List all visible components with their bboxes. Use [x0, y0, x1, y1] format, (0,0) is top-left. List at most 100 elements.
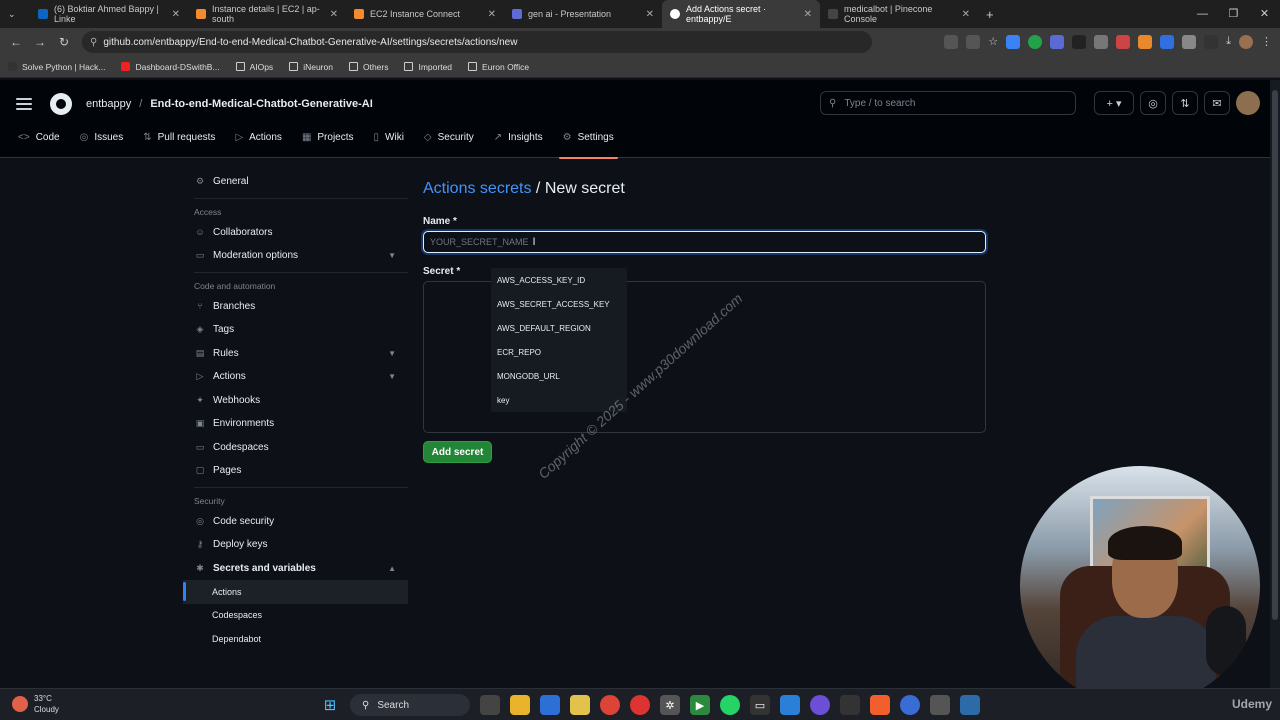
tab-projects[interactable]: ▦ Projects	[302, 128, 354, 158]
close-icon[interactable]: ✕	[804, 9, 812, 20]
back-icon[interactable]: ←	[4, 35, 28, 49]
close-window-icon[interactable]: ✕	[1249, 0, 1280, 28]
site-info-icon[interactable]: ⚲	[90, 37, 97, 48]
user-avatar[interactable]	[1236, 91, 1260, 115]
terminal-app-icon[interactable]: ▶	[690, 695, 710, 715]
extension-icon[interactable]	[1116, 35, 1131, 49]
sidebar-item-code-security[interactable]: ◎ Code security	[183, 510, 408, 534]
brave-icon[interactable]	[870, 695, 890, 715]
store-icon[interactable]	[540, 695, 560, 715]
browser-tab-6[interactable]: medicalbot | Pinecone Console ✕	[820, 0, 978, 28]
repo-owner-link[interactable]: entbappy	[86, 98, 131, 110]
create-new-button[interactable]: + ▾	[1094, 91, 1134, 115]
sidebar-subitem-dependabot[interactable]: Dependabot	[183, 627, 408, 651]
notifications-button[interactable]: ✉	[1204, 91, 1230, 115]
app-icon[interactable]	[930, 695, 950, 715]
file-explorer-icon[interactable]	[510, 695, 530, 715]
tab-settings[interactable]: ⚙ Settings	[558, 128, 618, 159]
autocomplete-option[interactable]: MONGODB_URL	[491, 364, 627, 388]
github-logo-icon[interactable]	[50, 93, 72, 115]
tab-security[interactable]: ◇ Security	[424, 128, 474, 158]
scrollbar-thumb[interactable]	[1272, 90, 1278, 620]
forward-icon[interactable]: →	[28, 35, 52, 49]
hamburger-menu-icon[interactable]	[16, 96, 32, 112]
extension-icon[interactable]	[1138, 35, 1153, 49]
weather-widget[interactable]: 33°C Cloudy	[12, 693, 59, 715]
menu-icon[interactable]: ⋮	[1261, 35, 1272, 49]
windows-start-icon[interactable]: ⊞	[320, 695, 340, 715]
whatsapp-icon[interactable]	[720, 695, 740, 715]
chrome-active-icon[interactable]	[900, 695, 920, 715]
tab-issues[interactable]: ◎ Issues	[80, 128, 124, 158]
extension-icon[interactable]	[1006, 35, 1021, 49]
bookmark-item[interactable]: Euron Office	[468, 62, 529, 72]
tab-code[interactable]: <> Code	[18, 128, 60, 158]
media-icon[interactable]	[1204, 35, 1219, 49]
browser-tab-1[interactable]: (6) Boktiar Ahmed Bappy | Linke ✕	[30, 0, 188, 28]
actions-secrets-link[interactable]: Actions secrets	[423, 180, 531, 198]
close-icon[interactable]: ✕	[962, 9, 970, 20]
sidebar-item-secrets-and-variables[interactable]: ✱ Secrets and variables ▲	[183, 557, 408, 581]
page-scrollbar[interactable]	[1270, 80, 1280, 688]
add-secret-button[interactable]: Add secret	[423, 441, 492, 463]
sidebar-item-codespaces[interactable]: ▭ Codespaces	[183, 436, 408, 460]
browser-tab-2[interactable]: Instance details | EC2 | ap-south ✕	[188, 0, 346, 28]
autocomplete-option[interactable]: AWS_DEFAULT_REGION	[491, 316, 627, 340]
sidebar-item-branches[interactable]: ⑂ Branches	[183, 295, 408, 319]
close-icon[interactable]: ✕	[172, 9, 180, 20]
extension-icon[interactable]	[1028, 35, 1043, 49]
sidebar-item-deploy-keys[interactable]: ⚷ Deploy keys	[183, 533, 408, 557]
sidebar-item-actions[interactable]: ▷ Actions ▼	[183, 365, 408, 389]
reload-icon[interactable]: ↻	[52, 35, 76, 49]
tab-search-button[interactable]: ⌄	[0, 0, 30, 28]
tab-pull-requests[interactable]: ⇅ Pull requests	[143, 128, 215, 158]
browser-tab-5[interactable]: Add Actions secret · entbappy/E ✕	[662, 0, 820, 28]
task-view-icon[interactable]	[480, 695, 500, 715]
extension-icon[interactable]	[1072, 35, 1087, 49]
sidebar-item-environments[interactable]: ▣ Environments	[183, 412, 408, 436]
sidebar-subitem-codespaces[interactable]: Codespaces	[183, 604, 408, 628]
install-icon[interactable]	[944, 35, 959, 49]
puzzle-icon[interactable]	[1182, 35, 1197, 49]
issues-button[interactable]: ◎	[1140, 91, 1166, 115]
tab-actions[interactable]: ▷ Actions	[235, 128, 282, 158]
extension-icon[interactable]	[1050, 35, 1065, 49]
secret-name-input[interactable]: YOUR_SECRET_NAME I	[423, 231, 986, 253]
pull-requests-button[interactable]: ⇅	[1172, 91, 1198, 115]
chrome-icon[interactable]	[600, 695, 620, 715]
bookmark-item[interactable]: AIOps	[235, 62, 273, 72]
autocomplete-option[interactable]: AWS_SECRET_ACCESS_KEY	[491, 292, 627, 316]
extension-icon[interactable]	[1160, 35, 1175, 49]
settings-app-icon[interactable]: ✲	[660, 695, 680, 715]
bookmark-item[interactable]: Solve Python | Hack...	[8, 62, 105, 72]
sticky-notes-icon[interactable]	[570, 695, 590, 715]
url-bar[interactable]: ⚲ github.com/entbappy/End-to-end-Medical…	[82, 31, 872, 53]
zoom-icon[interactable]	[966, 35, 981, 49]
bookmark-item[interactable]: Dashboard-DSwithB...	[121, 62, 220, 72]
restore-icon[interactable]: ❐	[1218, 0, 1249, 28]
minimize-icon[interactable]: —	[1187, 0, 1218, 28]
close-icon[interactable]: ✕	[330, 9, 338, 20]
download-icon[interactable]: ⤓	[1226, 35, 1231, 49]
sidebar-item-collaborators[interactable]: ☺ Collaborators	[183, 221, 408, 245]
browser-tab-3[interactable]: EC2 Instance Connect ✕	[346, 0, 504, 28]
app-icon[interactable]	[960, 695, 980, 715]
close-icon[interactable]: ✕	[488, 9, 496, 20]
sidebar-subitem-actions[interactable]: Actions	[183, 580, 408, 604]
new-tab-button[interactable]: +	[978, 0, 1008, 28]
taskbar-search[interactable]: ⚲ Search	[350, 694, 470, 716]
terminal-icon[interactable]: ▭	[750, 695, 770, 715]
sidebar-item-moderation-options[interactable]: ▭ Moderation options ▼	[183, 244, 408, 268]
repo-name-link[interactable]: End-to-end-Medical-Chatbot-Generative-AI	[150, 98, 372, 110]
sidebar-item-pages[interactable]: ▢ Pages	[183, 459, 408, 483]
app-icon[interactable]	[840, 695, 860, 715]
autocomplete-option[interactable]: ECR_REPO	[491, 340, 627, 364]
bookmark-item[interactable]: Imported	[404, 62, 452, 72]
app-icon[interactable]	[630, 695, 650, 715]
bookmark-item[interactable]: Others	[348, 62, 388, 72]
autocomplete-option[interactable]: AWS_ACCESS_KEY_ID	[491, 268, 627, 292]
close-icon[interactable]: ✕	[646, 9, 654, 20]
tab-insights[interactable]: ↗ Insights	[494, 128, 543, 158]
star-icon[interactable]: ☆	[988, 35, 998, 49]
sidebar-item-tags[interactable]: ◈ Tags	[183, 318, 408, 342]
